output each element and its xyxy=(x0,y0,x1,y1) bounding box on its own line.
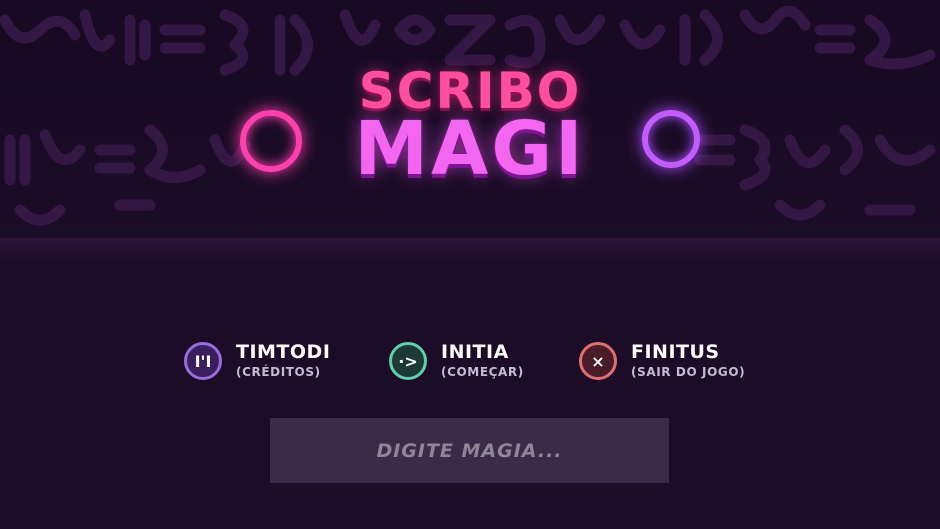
pause-icon[interactable]: I'I xyxy=(184,342,222,380)
menu-label-quit[interactable]: FINITUS xyxy=(631,340,745,364)
menu-label-credits[interactable]: TIMTODI xyxy=(236,340,330,364)
menu-item-quit[interactable]: × FINITUS (SAIR DO JOGO) xyxy=(579,340,745,380)
menu-item-start-text: INITIA (COMEÇAR) xyxy=(441,340,524,380)
game-title: SCRIBO MAGI xyxy=(300,66,640,186)
spell-input-box[interactable] xyxy=(270,417,669,484)
magic-ring-right-icon xyxy=(642,110,700,168)
title-line-magi: MAGI xyxy=(354,106,586,192)
magic-ring-left-icon xyxy=(240,110,302,172)
ledge-divider xyxy=(0,238,940,264)
menu-item-credits-text: TIMTODI (CRÉDITOS) xyxy=(236,340,330,380)
spell-input[interactable] xyxy=(270,417,669,484)
menu-label-start[interactable]: INITIA xyxy=(441,340,524,364)
menu-sub-credits: (CRÉDITOS) xyxy=(236,365,321,379)
menu-item-start[interactable]: ·> INITIA (COMEÇAR) xyxy=(389,340,524,380)
close-icon[interactable]: × xyxy=(579,342,617,380)
arrow-right-icon[interactable]: ·> xyxy=(389,342,427,380)
menu-sub-quit: (SAIR DO JOGO) xyxy=(631,365,746,379)
menu-sub-start: (COMEÇAR) xyxy=(441,365,524,379)
main-menu: I'I TIMTODI (CRÉDITOS) ·> INITIA (COMEÇA… xyxy=(0,340,940,400)
menu-item-quit-text: FINITUS (SAIR DO JOGO) xyxy=(631,340,745,380)
menu-item-credits[interactable]: I'I TIMTODI (CRÉDITOS) xyxy=(184,340,330,380)
